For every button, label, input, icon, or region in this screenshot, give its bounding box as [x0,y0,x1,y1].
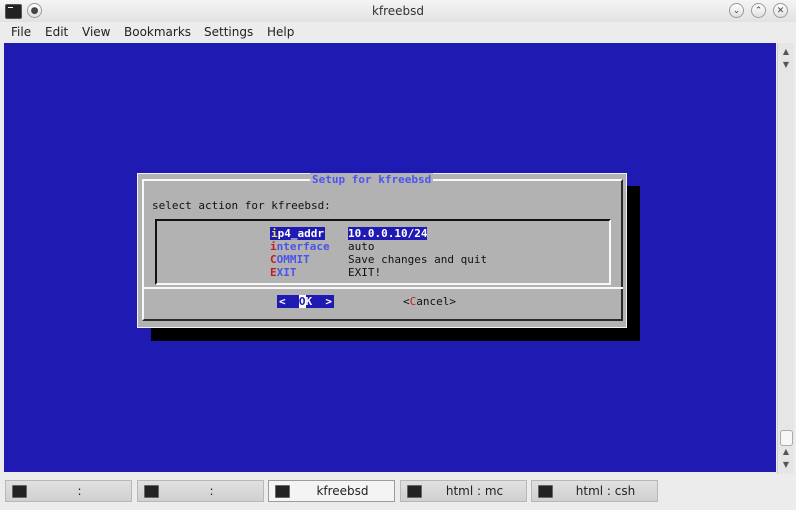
action-list: ip4_addr 10.0.0.10/24 interface auto COMMI… [155,219,611,285]
terminal-icon [144,485,159,498]
tag-label: XIT [276,266,297,279]
button-separator [142,287,623,289]
ok-rest: K > [305,295,333,308]
menu-bar: File Edit View Bookmarks Settings Help [0,22,796,42]
menu-bookmarks[interactable]: Bookmarks [124,25,191,39]
tab-session-1[interactable]: : [5,480,132,502]
list-item-exit[interactable]: EXIT EXIT! [270,266,381,279]
list-item-commit[interactable]: COMMIT Save changes and quit [270,253,487,266]
menu-edit[interactable]: Edit [45,25,68,39]
tab-html-mc[interactable]: html : mc [400,480,527,502]
hotkey-label: i [271,227,278,240]
item-value: EXIT! [348,266,382,279]
hotkey-label: C [270,253,277,266]
session-tab-bar: : : kfreebsd html : mc html : csh [0,476,796,510]
dialog-title: Setup for kfreebsd [310,173,434,186]
hotkey-label: i [270,240,277,253]
window-title: kfreebsd [371,4,425,18]
terminal-icon [407,485,422,498]
maximize-button[interactable]: ⌃ [751,3,766,18]
item-value: auto [348,240,375,253]
scroll-up-alt-icon[interactable]: ▼ [780,59,792,71]
terminal-screen[interactable]: Setup for kfreebsd select action for kfr… [4,43,776,472]
menu-file[interactable]: File [11,25,31,39]
tag-label: nterface [276,240,330,253]
cancel-rest: ancel> [416,295,456,308]
item-value: Save changes and quit [348,253,488,266]
tag-label: OMMIT [276,253,310,266]
terminal-scrollbar[interactable]: ▲ ▼ ▲ ▼ [777,43,794,474]
tab-html-csh[interactable]: html : csh [531,480,658,502]
scroll-down-icon[interactable]: ▼ [780,459,792,471]
terminal-icon [275,485,290,498]
title-bar: ● kfreebsd ⌄ ⌃ ✕ [0,0,796,23]
minimize-button[interactable]: ⌄ [729,3,744,18]
cancel-button[interactable]: <Cancel> [403,295,456,308]
close-button[interactable]: ✕ [773,3,788,18]
ok-hotkey: O [298,295,306,308]
cancel-left: < [403,295,410,308]
item-value: 10.0.0.10/24 [348,227,428,240]
scroll-thumb[interactable] [780,430,793,446]
dialog-prompt: select action for kfreebsd: [152,199,331,212]
ok-button[interactable]: < OK > [277,295,334,308]
tab-label: kfreebsd [316,484,369,498]
tab-label: html : csh [575,484,636,498]
tab-label: html : mc [445,484,504,498]
scroll-down-alt-icon[interactable]: ▲ [780,446,792,458]
tab-label: : [209,484,214,498]
terminal-icon [12,485,27,498]
tab-kfreebsd[interactable]: kfreebsd [268,480,395,502]
menu-view[interactable]: View [82,25,110,39]
menu-settings[interactable]: Settings [204,25,253,39]
ok-left: < [279,295,299,308]
list-item-interface[interactable]: interface auto [270,240,375,253]
tab-session-2[interactable]: : [137,480,264,502]
tab-label: : [77,484,82,498]
menu-help[interactable]: Help [267,25,294,39]
tag-label: p4_addr [277,227,324,240]
hotkey-label: E [270,266,277,279]
list-item-ip4-addr[interactable]: ip4_addr 10.0.0.10/24 [270,227,428,240]
scroll-up-icon[interactable]: ▲ [780,46,792,58]
setup-dialog: Setup for kfreebsd select action for kfr… [137,173,627,328]
terminal-icon [538,485,553,498]
